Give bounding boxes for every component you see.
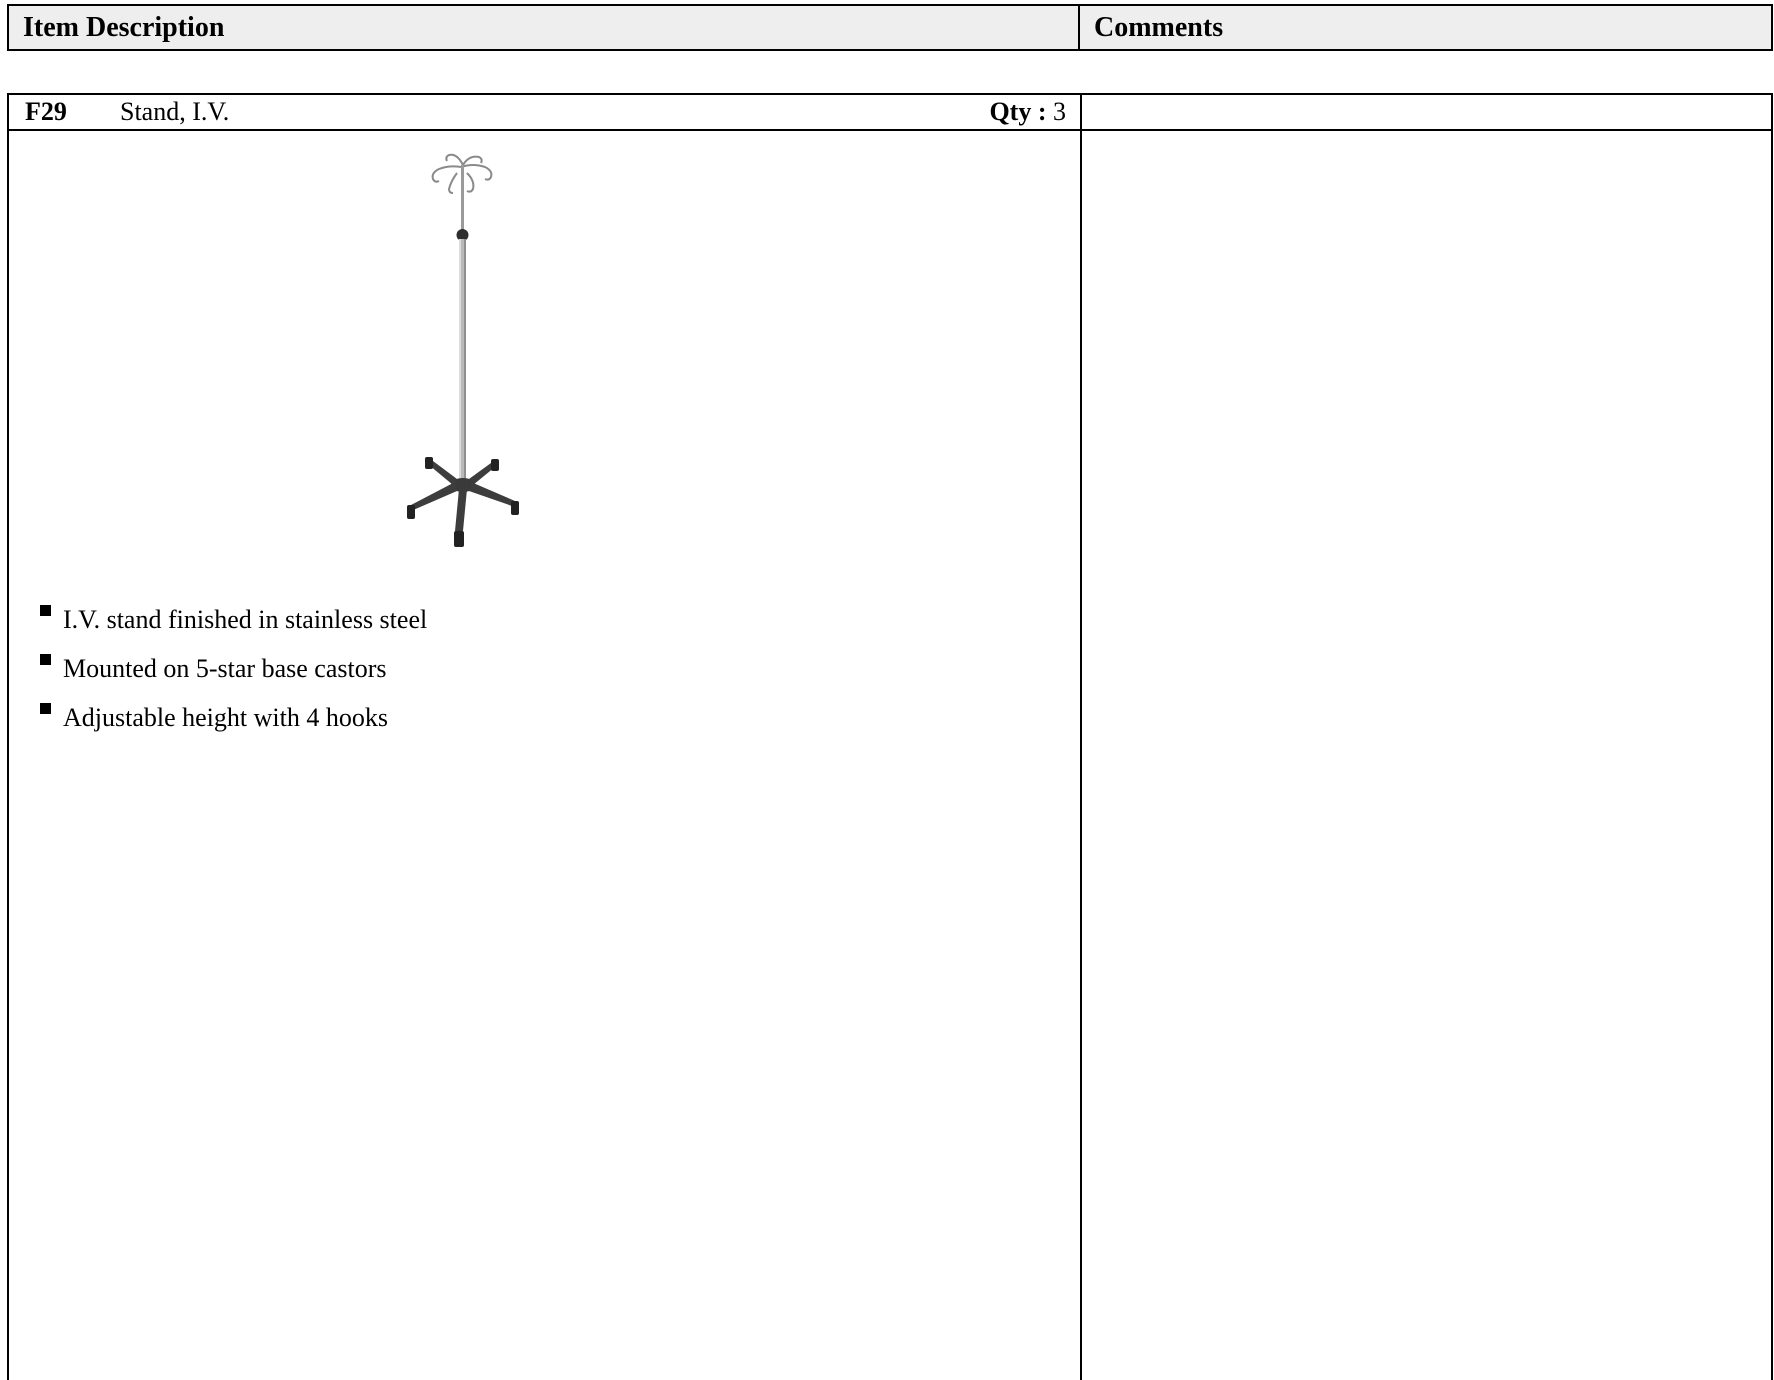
bullet-icon	[40, 605, 51, 616]
qty-value: 3	[1053, 97, 1066, 126]
bullet-icon	[40, 654, 51, 665]
comments-cell	[1082, 131, 1771, 1380]
iv-stand-image	[407, 153, 519, 547]
item-name: Stand, I.V.	[120, 97, 230, 126]
list-item: Mounted on 5-star base castors	[23, 654, 427, 703]
item-quantity: Qty : 3	[989, 95, 1066, 129]
feature-text: I.V. stand finished in stainless steel	[63, 605, 428, 634]
table-header: Item Description Comments	[7, 4, 1773, 51]
list-item: I.V. stand finished in stainless steel	[23, 605, 427, 654]
item-title-row: F29 Stand, I.V. Qty : 3	[9, 95, 1771, 131]
comments-header: Comments	[1094, 12, 1224, 43]
item-code: F29	[25, 97, 67, 126]
feature-text: Adjustable height with 4 hooks	[63, 703, 388, 732]
feature-list: I.V. stand finished in stainless steel M…	[23, 605, 427, 752]
bullet-icon	[40, 703, 51, 714]
item-section: F29 Stand, I.V. Qty : 3 I.V. stand finis…	[7, 93, 1773, 1380]
item-description-header: Item Description	[9, 6, 1080, 49]
feature-text: Mounted on 5-star base castors	[63, 654, 387, 683]
list-item: Adjustable height with 4 hooks	[23, 703, 427, 752]
qty-label: Qty :	[989, 97, 1047, 126]
